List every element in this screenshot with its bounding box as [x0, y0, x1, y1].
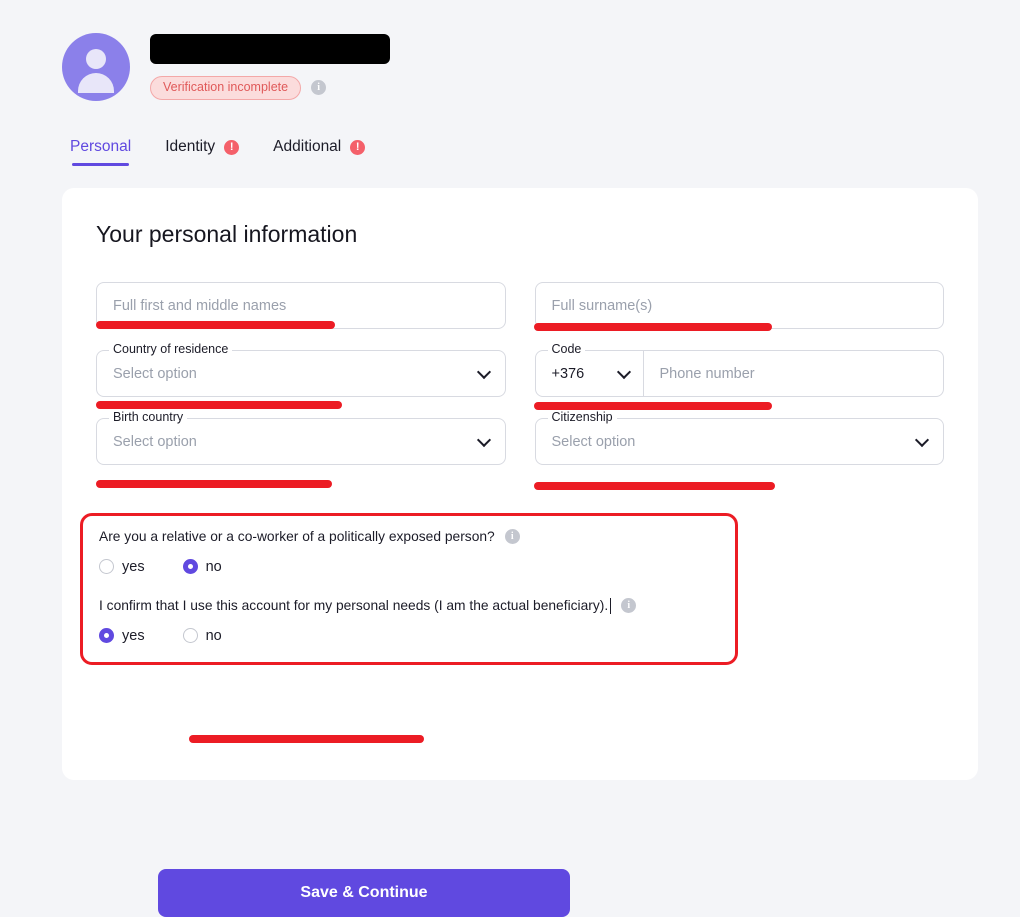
avatar-body-shape [78, 73, 114, 93]
birth-country-value: Select option [113, 433, 197, 450]
country-code-select[interactable]: +376 [536, 351, 644, 396]
citizenship-value: Select option [551, 433, 636, 450]
tab-identity-label: Identity [165, 138, 216, 155]
radio-selected-icon [182, 559, 198, 575]
surnames-field-wrap: Full surname(s) [534, 282, 944, 329]
pep-radio-group: yes no [99, 559, 719, 575]
tab-personal[interactable]: Personal [70, 138, 131, 166]
birth-country-label: Birth country [109, 410, 188, 424]
text-caret [610, 597, 612, 614]
phone-number-input[interactable]: Phone number [644, 351, 944, 396]
pep-radio-yes[interactable]: yes [99, 559, 145, 575]
profile-header: Verification incomplete i [62, 33, 390, 101]
first-names-field-wrap: Full first and middle names [96, 282, 506, 329]
phone-composite: +376 Phone number [534, 350, 944, 397]
warning-icon: ! [350, 139, 366, 155]
beneficiary-radio-yes[interactable]: yes [99, 628, 145, 644]
redacted-name-bar [150, 34, 390, 64]
surnames-input[interactable]: Full surname(s) [534, 282, 944, 329]
avatar-head-shape [86, 49, 106, 69]
radio-unselected-icon [99, 559, 114, 575]
tab-additional-label: Additional [273, 138, 342, 155]
info-icon[interactable]: i [311, 80, 327, 96]
tab-additional[interactable]: Additional ! [273, 138, 366, 166]
pep-radio-no[interactable]: no [182, 558, 222, 575]
chevron-down-icon [616, 364, 631, 379]
beneficiary-radio-group: yes no [99, 628, 719, 644]
beneficiary-radio-no-label: no [205, 627, 222, 644]
birth-country-select[interactable]: Select option [96, 418, 506, 465]
form-row-birth-citizenship: Birth country Select option Citizenship … [96, 410, 944, 465]
verification-status-row: Verification incomplete i [150, 76, 390, 100]
birth-country-field-wrap: Birth country Select option [96, 410, 506, 465]
pep-question-label: Are you a relative or a co-worker of a p… [99, 529, 495, 544]
first-names-placeholder: Full first and middle names [113, 297, 287, 314]
country-residence-label: Country of residence [109, 342, 233, 356]
beneficiary-question-text: I confirm that I use this account for my… [99, 597, 719, 615]
country-residence-select[interactable]: Select option [96, 350, 506, 397]
warning-icon: ! [224, 139, 240, 155]
country-residence-value: Select option [113, 365, 197, 382]
pep-question-text: Are you a relative or a co-worker of a p… [99, 528, 719, 546]
pep-radio-yes-label: yes [122, 558, 145, 575]
phone-field-wrap: Code +376 Phone number [534, 342, 944, 397]
citizenship-select[interactable]: Select option [534, 418, 944, 465]
save-continue-button[interactable]: Save & Continue [158, 869, 570, 917]
surnames-placeholder: Full surname(s) [551, 297, 653, 314]
form-row-residence-phone: Country of residence Select option Code … [96, 342, 944, 397]
chevron-down-icon [476, 364, 491, 379]
beneficiary-radio-no[interactable]: no [182, 627, 222, 644]
radio-unselected-icon [182, 628, 198, 644]
personal-information-form: Full first and middle names Full surname… [96, 282, 944, 486]
status-badge: Verification incomplete [150, 76, 302, 100]
page-title: Your personal information [96, 221, 358, 247]
code-label: Code [547, 342, 586, 356]
phone-number-placeholder: Phone number [659, 365, 755, 382]
tab-bar: Personal Identity ! Additional ! [70, 138, 399, 166]
avatar [62, 33, 130, 101]
declarations-highlight-block: Are you a relative or a co-worker of a p… [80, 513, 738, 665]
country-code-value: +376 [551, 365, 585, 382]
radio-selected-icon [99, 628, 114, 644]
chevron-down-icon [476, 432, 491, 447]
country-residence-field-wrap: Country of residence Select option [96, 342, 506, 397]
info-icon[interactable]: i [621, 598, 637, 614]
personal-information-card: Your personal information Full first and… [62, 188, 978, 917]
tab-identity[interactable]: Identity ! [165, 138, 240, 166]
beneficiary-radio-yes-label: yes [122, 627, 145, 644]
first-names-input[interactable]: Full first and middle names [96, 282, 506, 329]
info-icon[interactable]: i [504, 529, 520, 545]
profile-identity: Verification incomplete i [150, 33, 390, 100]
citizenship-label: Citizenship [547, 410, 617, 424]
form-row-names: Full first and middle names Full surname… [96, 282, 944, 329]
chevron-down-icon [914, 432, 930, 447]
beneficiary-question-label: I confirm that I use this account for my… [99, 597, 609, 613]
pep-radio-no-label: no [205, 558, 222, 575]
tab-personal-label: Personal [70, 138, 132, 155]
citizenship-field-wrap: Citizenship Select option [534, 410, 944, 465]
